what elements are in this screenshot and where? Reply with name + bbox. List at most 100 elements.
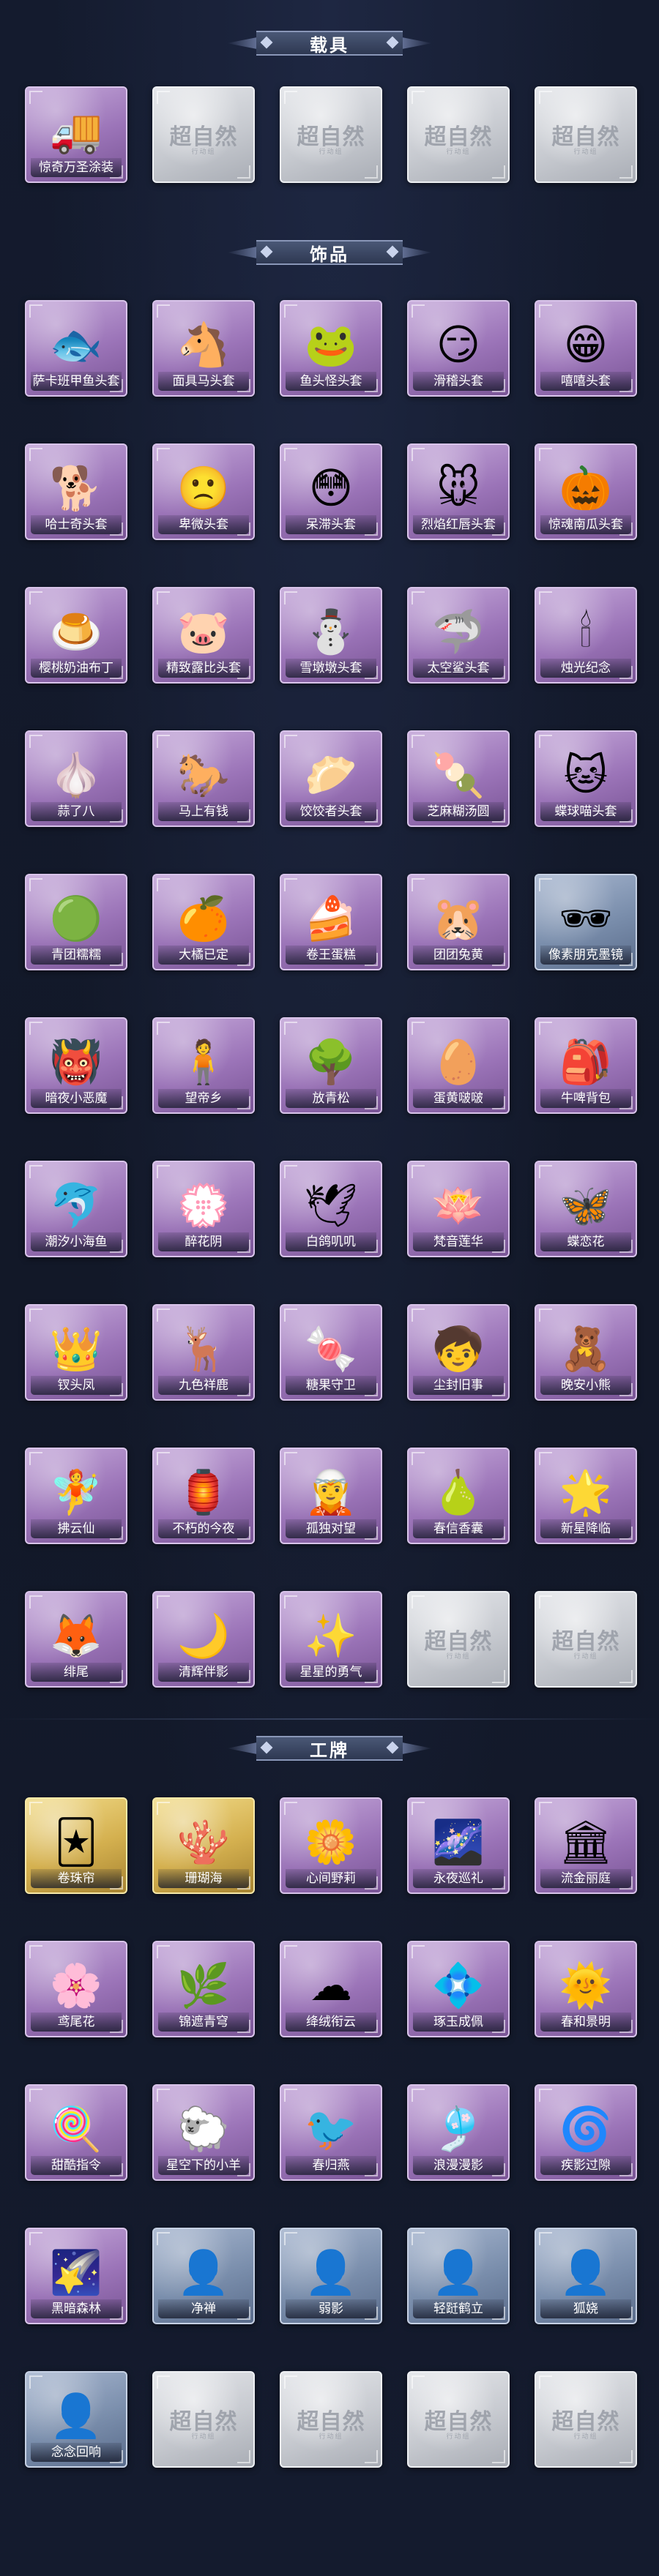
item-card[interactable]: 🐦 春归燕	[275, 2080, 384, 2182]
item-frame: 🧝 孤独对望	[280, 1448, 382, 1544]
item-card[interactable]: 🕊 白鸽叽叽	[275, 1156, 384, 1259]
item-card[interactable]: 🐕 哈士奇头套	[21, 439, 129, 542]
funny-face-icon: 😏	[436, 319, 481, 370]
item-card[interactable]: 🙁 卑微头套	[148, 439, 256, 542]
item-card[interactable]: 🧝 孤独对望	[275, 1443, 384, 1546]
item-card[interactable]: 🟢 青团糯糯	[21, 869, 129, 972]
item-frame: 🙁 卑微头套	[152, 443, 255, 540]
item-card[interactable]: 🧒 尘封旧事	[403, 1300, 511, 1402]
item-card[interactable]: 🎐 浪漫漫影	[403, 2080, 511, 2182]
item-card[interactable]: 🐭 烈焰红唇头套	[403, 439, 511, 542]
item-card[interactable]: 🕶 像素朋克墨镜	[530, 869, 638, 972]
item-card[interactable]: 🐸 鱼头怪头套	[275, 296, 384, 398]
item-card[interactable]: 🌸 鸢尾花	[21, 1936, 129, 2039]
item-frame: 🌼 心间野莉	[280, 1797, 382, 1894]
item-card[interactable]: 🐎 马上有钱	[148, 726, 256, 828]
item-card[interactable]: 🚚 惊奇万圣涂装	[21, 82, 129, 184]
item-card[interactable]: 💠 琢玉成佩	[403, 1936, 511, 2039]
item-card[interactable]: 🎒 牛啤背包	[530, 1013, 638, 1115]
item-card[interactable]: 🦊 绯尾	[21, 1587, 129, 1689]
item-card[interactable]: 🎃 惊魂南瓜头套	[530, 439, 638, 542]
item-card[interactable]: 🌠 黑暗森林	[21, 2223, 129, 2326]
item-card[interactable]: 🧚 拂云仙	[21, 1443, 129, 1546]
item-card[interactable]: 😁 嘻嘻头套	[530, 296, 638, 398]
item-card[interactable]: ✨ 星星的勇气	[275, 1587, 384, 1689]
item-card[interactable]: 🍭 甜酷指令	[21, 2080, 129, 2182]
item-card[interactable]: 🃏 卷珠帘	[21, 1793, 129, 1895]
item-card[interactable]: 🐱 蝶球喵头套	[530, 726, 638, 828]
item-card[interactable]: 👤 弱影	[275, 2223, 384, 2326]
placeholder-logo-sub: 行动组	[573, 149, 598, 156]
item-card[interactable]: 🍰 卷王蛋糕	[275, 869, 384, 972]
item-card[interactable]: 👹 暗夜小恶魔	[21, 1013, 129, 1115]
item-card[interactable]: 🧍 望帝乡	[148, 1013, 256, 1115]
item-card[interactable]: 🌀 疾影过隙	[530, 2080, 638, 2182]
item-card[interactable]: 🕯 烛光纪念	[530, 583, 638, 685]
item-card[interactable]: ⛄ 雪墩墩头套	[275, 583, 384, 685]
placeholder-logo-sub: 行动组	[191, 149, 216, 156]
empty-item-slot[interactable]: 超自然 行动组	[275, 2367, 384, 2469]
item-label: 晚安小熊	[540, 1376, 631, 1395]
item-card[interactable]: 🥚 蛋黄啵啵	[403, 1013, 511, 1115]
item-label: 烈焰红唇头套	[413, 515, 504, 534]
section-banner-badges: 工牌	[227, 1730, 432, 1767]
item-card[interactable]: 🏮 不朽的今夜	[148, 1443, 256, 1546]
item-card[interactable]: 🪷 梵音莲华	[403, 1156, 511, 1259]
item-card[interactable]: 🐑 星空下的小羊	[148, 2080, 256, 2182]
empty-item-slot[interactable]: 超自然 行动组	[275, 82, 384, 184]
empty-item-slot[interactable]: 超自然 行动组	[530, 1587, 638, 1689]
item-card[interactable]: 🪸 珊瑚海	[148, 1793, 256, 1895]
item-card[interactable]: 🐷 精致露比头套	[148, 583, 256, 685]
item-label: 蝶球喵头套	[540, 802, 631, 821]
empty-item-slot[interactable]: 超自然 行动组	[403, 82, 511, 184]
item-card[interactable]: 🍡 芝麻糊汤圆	[403, 726, 511, 828]
item-label: 春信香囊	[413, 1519, 504, 1538]
item-card[interactable]: 💮 醉花阴	[148, 1156, 256, 1259]
item-card[interactable]: 🌼 心间野莉	[275, 1793, 384, 1895]
item-card[interactable]: 🍐 春信香囊	[403, 1443, 511, 1546]
empty-item-slot[interactable]: 超自然 行动组	[403, 1587, 511, 1689]
item-card[interactable]: 🌙 清辉伴影	[148, 1587, 256, 1689]
item-label: 浪漫漫影	[413, 2156, 504, 2175]
item-frame: 🎐 浪漫漫影	[407, 2084, 510, 2181]
item-card[interactable]: 👤 念念回响	[21, 2367, 129, 2469]
item-card[interactable]: 🦋 蝶恋花	[530, 1156, 638, 1259]
pudding-icon: 🍮	[49, 606, 103, 656]
item-card[interactable]: 🦈 太空鲨头套	[403, 583, 511, 685]
item-card[interactable]: 🍬 糖果守卫	[275, 1300, 384, 1402]
item-card[interactable]: 😳 呆滞头套	[275, 439, 384, 542]
item-card[interactable]: ☁ 绛绒衔云	[275, 1936, 384, 2039]
item-card[interactable]: 🦌 九色祥鹿	[148, 1300, 256, 1402]
item-card[interactable]: 🌳 放青松	[275, 1013, 384, 1115]
item-card[interactable]: 👤 狐娆	[530, 2223, 638, 2326]
badge-night-icon: 🌌	[431, 1816, 485, 1867]
item-card[interactable]: 🧸 晚安小熊	[530, 1300, 638, 1402]
empty-item-slot[interactable]: 超自然 行动组	[148, 2367, 256, 2469]
badge-iris-icon: 🌸	[49, 1960, 103, 2010]
empty-item-slot[interactable]: 超自然 行动组	[148, 82, 256, 184]
item-frame: 🌌 永夜巡礼	[407, 1797, 510, 1894]
empty-item-slot[interactable]: 超自然 行动组	[530, 82, 638, 184]
item-card[interactable]: 🐴 面具马头套	[148, 296, 256, 398]
empty-item-slot[interactable]: 超自然 行动组	[403, 2367, 511, 2469]
pixel-glasses-icon: 🕶	[559, 893, 613, 943]
item-card[interactable]: 👤 净禅	[148, 2223, 256, 2326]
item-card[interactable]: 🌌 永夜巡礼	[403, 1793, 511, 1895]
item-card[interactable]: 🐬 潮汐小海鱼	[21, 1156, 129, 1259]
item-card[interactable]: 🌿 锦遮青穹	[148, 1936, 256, 2039]
item-card[interactable]: 🌞 春和景明	[530, 1936, 638, 2039]
empty-item-slot[interactable]: 超自然 行动组	[530, 2367, 638, 2469]
item-card[interactable]: 🍮 樱桃奶油布丁	[21, 583, 129, 685]
item-card[interactable]: 🍊 大橘已定	[148, 869, 256, 972]
item-label: 精致露比头套	[158, 659, 249, 678]
item-card[interactable]: 🐟 萨卡班甲鱼头套	[21, 296, 129, 398]
item-card[interactable]: 🧄 蒜了八	[21, 726, 129, 828]
item-card[interactable]: 🐹 团团兔黄	[403, 869, 511, 972]
item-card[interactable]: 🌟 新星降临	[530, 1443, 638, 1546]
item-card[interactable]: 👑 钗头凤	[21, 1300, 129, 1402]
item-card[interactable]: 🥟 饺饺者头套	[275, 726, 384, 828]
item-card[interactable]: 🏛 流金丽庭	[530, 1793, 638, 1895]
badge-sheep-icon: 🐑	[176, 2103, 231, 2154]
item-card[interactable]: 😏 滑稽头套	[403, 296, 511, 398]
item-card[interactable]: 👤 轻跹鹤立	[403, 2223, 511, 2326]
